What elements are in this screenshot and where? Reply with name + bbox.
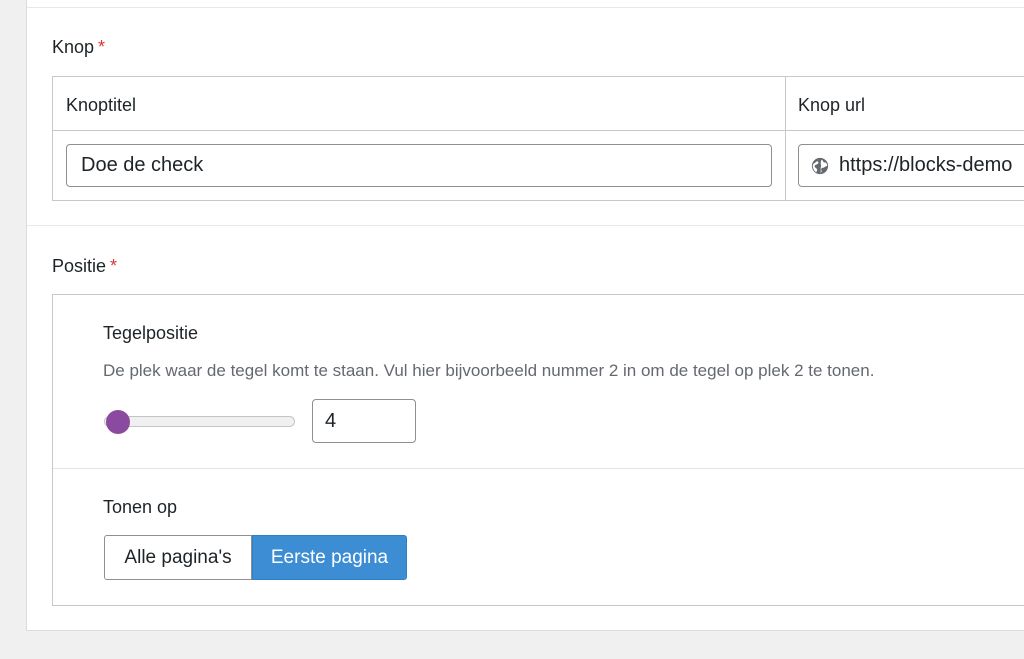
positie-label: Positie * (52, 256, 117, 277)
tegelpositie-slider-track[interactable] (104, 416, 295, 427)
positie-label-text: Positie (52, 256, 107, 276)
settings-panel: Knop * Knoptitel Knop url Doe de check ht… (26, 0, 1024, 631)
positie-required-mark: * (110, 256, 118, 276)
knop-url-header: Knop url (798, 95, 866, 115)
table-column-divider (785, 77, 786, 200)
tegelpositie-slider-handle[interactable] (106, 410, 130, 434)
knoptitel-value: Doe de check (81, 154, 204, 176)
tegelpositie-number-input[interactable]: 4 (312, 399, 416, 443)
knop-url-input[interactable]: https://blocks-demo (798, 144, 1024, 187)
tegelpositie-description: De plek waar de tegel komt te staan. Vul… (103, 361, 875, 380)
knop-url-value: https://blocks-demo (839, 154, 1013, 176)
tonen-op-button-group: Alle pagina's Eerste pagina (104, 535, 407, 580)
positie-group: Tegelpositie De plek waar de tegel komt … (52, 294, 1024, 606)
eerste-pagina-button[interactable]: Eerste pagina (252, 535, 407, 580)
top-divider (27, 7, 1024, 8)
knop-required-mark: * (98, 37, 106, 57)
alle-paginas-button[interactable]: Alle pagina's (104, 535, 252, 580)
knop-repeater-table: Knoptitel Knop url Doe de check https://… (52, 76, 1024, 201)
globe-icon (811, 157, 829, 174)
positie-inner-divider (53, 468, 1024, 469)
tegelpositie-value: 4 (325, 409, 337, 432)
tonen-op-label: Tonen op (103, 497, 178, 517)
section-divider (27, 225, 1024, 226)
knoptitel-header: Knoptitel (66, 95, 137, 115)
knop-label-text: Knop (52, 37, 95, 57)
tegelpositie-label: Tegelpositie (103, 323, 199, 343)
table-header-divider (53, 130, 1024, 131)
knop-label: Knop * (52, 37, 105, 58)
knoptitel-input[interactable]: Doe de check (66, 144, 772, 187)
